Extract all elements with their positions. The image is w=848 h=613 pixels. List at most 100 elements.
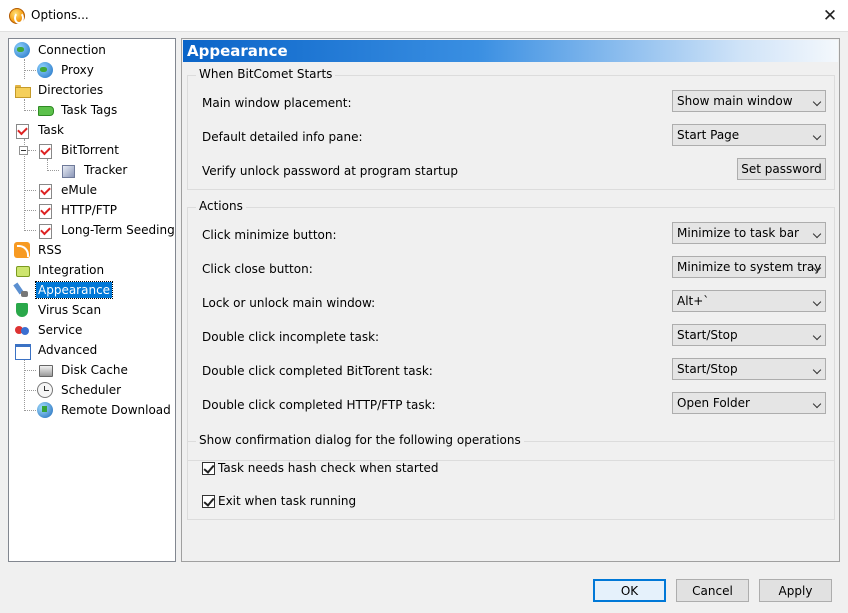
options-tree[interactable]: Connection Proxy Directories Task Tags T…	[8, 38, 176, 562]
clock-icon	[37, 382, 53, 398]
disk-icon	[37, 362, 53, 378]
panel-header: Appearance	[183, 40, 838, 62]
tree-item-directories[interactable]: Directories	[14, 81, 105, 99]
rss-icon	[14, 242, 30, 258]
tree-connector	[24, 190, 36, 191]
startup-group: When BitComet Starts Main window placeme…	[187, 67, 835, 190]
task-icon	[37, 182, 53, 199]
tree-item-task[interactable]: Task	[14, 121, 66, 139]
set-password-button[interactable]: Set password	[737, 158, 826, 180]
tree-connector	[24, 210, 36, 211]
tree-connector	[28, 150, 36, 151]
title-bar: Options... ✕	[0, 0, 848, 32]
incomplete-task-label: Double click incomplete task:	[202, 330, 380, 344]
bittorrent-task-label: Double click completed BitTorent task:	[202, 364, 433, 378]
lock-label: Lock or unlock main window:	[202, 296, 376, 310]
plug-icon	[14, 262, 30, 278]
incomplete-task-dropdown[interactable]: Start/Stop	[672, 324, 826, 346]
bitcomet-app-icon	[9, 8, 25, 24]
chevron-down-icon	[812, 297, 822, 307]
dropdown-value: Alt+`	[677, 294, 710, 308]
exit-task-running-checkbox[interactable]: Exit when task running	[202, 494, 356, 508]
cube-icon	[60, 162, 76, 178]
tree-item-label: Appearance	[34, 281, 114, 299]
tree-item-label: RSS	[38, 243, 62, 257]
globe-icon	[37, 62, 53, 78]
apply-button[interactable]: Apply	[759, 579, 832, 602]
group-title: Actions	[196, 199, 246, 213]
tree-item-rss[interactable]: RSS	[14, 241, 64, 259]
tree-item-connection[interactable]: Connection	[14, 41, 108, 59]
tree-item-service[interactable]: Service	[14, 321, 84, 339]
checkbox-box[interactable]	[202, 461, 215, 475]
close-label: Click close button:	[202, 262, 313, 276]
tree-collapse-toggle[interactable]	[19, 146, 28, 155]
tree-item-virus-scan[interactable]: Virus Scan	[14, 301, 103, 319]
tree-item-proxy[interactable]: Proxy	[37, 61, 96, 79]
tree-item-label: BitTorrent	[61, 143, 119, 157]
tag-icon	[37, 102, 54, 118]
dropdown-value: Open Folder	[677, 396, 750, 410]
task-icon	[37, 202, 53, 219]
tree-item-label: Disk Cache	[61, 363, 128, 377]
task-icon	[14, 122, 30, 139]
cancel-button[interactable]: Cancel	[676, 579, 749, 602]
tree-connector	[24, 410, 36, 411]
tree-item-bittorrent[interactable]: BitTorrent	[37, 141, 121, 159]
group-title: Show confirmation dialog for the followi…	[196, 433, 524, 447]
tree-item-scheduler[interactable]: Scheduler	[37, 381, 123, 399]
hash-check-checkbox[interactable]: Task needs hash check when started	[202, 461, 439, 475]
tree-item-appearance[interactable]: Appearance	[14, 281, 114, 299]
panel-title: Appearance	[187, 42, 288, 60]
bittorrent-task-dropdown[interactable]: Start/Stop	[672, 358, 826, 380]
close-dropdown[interactable]: Minimize to system tray	[672, 256, 826, 278]
tree-item-emule[interactable]: eMule	[37, 181, 99, 199]
actions-group: Actions Click minimize button: Minimize …	[187, 199, 835, 461]
dropdown-value: Minimize to task bar	[677, 226, 799, 240]
tree-item-label: Tracker	[84, 163, 128, 177]
dropdown-value: Start/Stop	[677, 362, 738, 376]
chevron-down-icon	[812, 399, 822, 409]
tree-item-label: Integration	[38, 263, 105, 277]
tree-connector	[24, 370, 36, 371]
tree-item-label: HTTP/FTP	[61, 203, 118, 217]
tree-item-advanced[interactable]: Advanced	[14, 341, 99, 360]
tree-item-long-term-seeding[interactable]: Long-Term Seeding	[37, 221, 177, 239]
dropdown-value: Start Page	[677, 128, 740, 142]
checkbox-label: Task needs hash check when started	[218, 461, 439, 475]
shield-icon	[14, 302, 30, 318]
chevron-down-icon	[812, 331, 822, 341]
lock-dropdown[interactable]: Alt+`	[672, 290, 826, 312]
tree-item-http-ftp[interactable]: HTTP/FTP	[37, 201, 119, 219]
ok-button[interactable]: OK	[593, 579, 666, 602]
chevron-down-icon	[812, 229, 822, 239]
brush-icon	[14, 282, 30, 298]
dropdown-value: Start/Stop	[677, 328, 738, 342]
http-ftp-task-label: Double click completed HTTP/FTP task:	[202, 398, 436, 412]
tree-connector	[24, 70, 36, 71]
tree-connector	[24, 110, 36, 111]
minimize-dropdown[interactable]: Minimize to task bar	[672, 222, 826, 244]
tree-item-disk-cache[interactable]: Disk Cache	[37, 361, 130, 379]
tree-item-integration[interactable]: Integration	[14, 261, 106, 279]
placement-dropdown[interactable]: Show main window	[672, 90, 826, 112]
minimize-label: Click minimize button:	[202, 228, 337, 242]
tree-item-label: Scheduler	[61, 383, 122, 397]
http-ftp-task-dropdown[interactable]: Open Folder	[672, 392, 826, 414]
tree-item-label: Task	[38, 123, 64, 137]
chevron-down-icon	[812, 97, 822, 107]
placement-label: Main window placement:	[202, 96, 352, 110]
close-button[interactable]: ✕	[812, 0, 848, 31]
tree-item-label: Service	[38, 323, 83, 337]
tree-item-remote-download[interactable]: Remote Download	[37, 401, 173, 419]
checkbox-label: Exit when task running	[218, 494, 357, 508]
tree-connector	[24, 359, 25, 411]
chevron-down-icon	[812, 131, 822, 141]
tree-item-task-tags[interactable]: Task Tags	[37, 101, 119, 119]
checkbox-box[interactable]	[202, 494, 215, 508]
task-icon	[37, 142, 53, 159]
tree-item-label: Connection	[38, 43, 106, 57]
tree-item-tracker[interactable]: Tracker	[60, 161, 129, 179]
advanced-icon	[14, 342, 31, 360]
info-pane-dropdown[interactable]: Start Page	[672, 124, 826, 146]
